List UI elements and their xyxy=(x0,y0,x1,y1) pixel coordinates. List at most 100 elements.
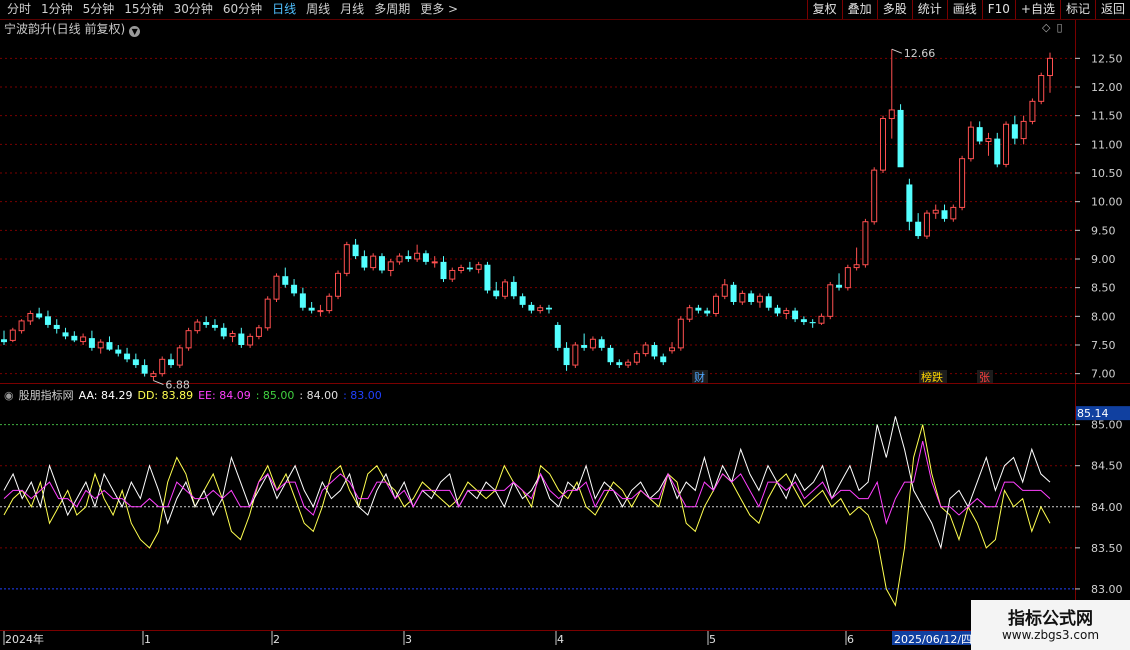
candle-body xyxy=(879,118,886,171)
date-axis-label: 2024年 xyxy=(5,632,44,646)
event-tag: 榜跌 xyxy=(921,370,943,384)
candle-body xyxy=(44,316,51,325)
candle-body xyxy=(124,353,131,360)
candle-body xyxy=(853,264,860,269)
candle-body xyxy=(563,347,570,366)
candle-body xyxy=(581,345,588,348)
candle-body xyxy=(818,315,825,324)
candle-body xyxy=(220,327,227,337)
candle-body xyxy=(967,126,974,160)
candle-body xyxy=(730,284,737,302)
candle-body xyxy=(229,333,236,337)
price-axis-label: 12.00 xyxy=(1091,81,1123,94)
candle-body xyxy=(1029,100,1036,122)
candle-body xyxy=(247,335,254,346)
candle-body xyxy=(211,324,218,328)
candle-body xyxy=(809,322,816,324)
candle-body xyxy=(422,253,429,262)
candle-body xyxy=(633,353,640,363)
candle-body xyxy=(871,169,878,223)
current-date-label: 2025/06/12/四 xyxy=(894,633,972,646)
date-axis-label: 4 xyxy=(557,633,564,646)
indicator-axis-label: 85.00 xyxy=(1091,419,1123,432)
candle-body xyxy=(589,338,596,349)
candle-body xyxy=(1,339,7,343)
candle-body xyxy=(176,347,183,366)
candle-body xyxy=(194,321,201,332)
candle-body xyxy=(923,212,930,237)
candle-body xyxy=(97,341,104,349)
candle-body xyxy=(642,344,649,355)
candle-body xyxy=(519,296,526,305)
candle-body xyxy=(888,109,895,120)
candle-body xyxy=(150,373,157,378)
candle-body xyxy=(317,310,324,313)
candle-body xyxy=(554,324,561,348)
candle-body xyxy=(264,298,271,329)
indicator-axis-label: 83.00 xyxy=(1091,583,1123,596)
candle-body xyxy=(836,284,843,288)
candle-body xyxy=(449,269,456,280)
candle-body xyxy=(141,365,148,374)
indicator-axis-label: 84.00 xyxy=(1091,501,1123,514)
date-axis-label: 3 xyxy=(405,633,412,646)
indicator-axis-label: 83.50 xyxy=(1091,542,1123,555)
series-dd xyxy=(3,424,1051,607)
candle-body xyxy=(115,349,122,354)
candle-body xyxy=(756,295,763,303)
watermark-url: www.zbgs3.com xyxy=(1001,628,1100,642)
candle-body xyxy=(783,310,790,314)
candle-body xyxy=(695,307,702,311)
candle-body xyxy=(712,295,719,314)
date-axis-label: 5 xyxy=(709,633,716,646)
candle-body xyxy=(396,255,403,263)
price-axis-label: 10.00 xyxy=(1091,196,1123,209)
date-axis-label: 6 xyxy=(847,633,854,646)
candle-body xyxy=(1011,124,1018,139)
candle-body xyxy=(88,338,95,348)
price-axis-label: 11.50 xyxy=(1091,110,1123,123)
candle-body xyxy=(475,264,482,270)
candle-body xyxy=(739,292,746,303)
candle-body xyxy=(545,307,552,310)
candle-body xyxy=(80,336,87,343)
event-tag: 张 xyxy=(979,371,990,384)
candle-body xyxy=(168,359,175,366)
candle-body xyxy=(774,307,781,314)
candle-body xyxy=(748,293,755,302)
candle-body xyxy=(950,206,957,220)
candle-body xyxy=(493,290,500,297)
candle-body xyxy=(255,327,262,337)
candle-body xyxy=(800,319,807,323)
chart-canvas[interactable]: 12.50 12.00 11.50 11.00 10.50 10.00 9.50 9.00 8.… xyxy=(0,0,1130,650)
candle-body xyxy=(361,256,368,268)
candle-body xyxy=(203,322,210,325)
indicator-axis-label: 84.50 xyxy=(1091,460,1123,473)
candle-body xyxy=(343,244,350,274)
candle-body xyxy=(572,344,579,366)
price-axis-label: 7.50 xyxy=(1091,339,1116,352)
event-tag: 财 xyxy=(694,370,705,384)
current-value-label: 85.14 xyxy=(1077,407,1109,420)
candle-body xyxy=(431,261,438,264)
candle-body xyxy=(378,256,385,271)
candle-body xyxy=(959,158,966,208)
candle-body xyxy=(607,347,614,363)
candle-body xyxy=(282,276,289,285)
candle-body xyxy=(466,267,473,270)
candle-body xyxy=(106,342,113,350)
candle-body xyxy=(71,335,78,341)
candle-body xyxy=(915,221,922,237)
candle-body xyxy=(335,272,342,297)
price-axis-label: 8.00 xyxy=(1091,310,1116,323)
series-ee xyxy=(3,440,1051,525)
series-aa xyxy=(3,416,1051,550)
candle-body xyxy=(721,284,728,297)
candle-body xyxy=(387,261,394,271)
candle-body xyxy=(352,244,359,257)
candle-body xyxy=(765,296,772,308)
price-axis-label: 9.50 xyxy=(1091,224,1116,237)
candle-body xyxy=(625,361,632,366)
candle-body xyxy=(308,307,315,311)
candle-body xyxy=(132,359,139,366)
